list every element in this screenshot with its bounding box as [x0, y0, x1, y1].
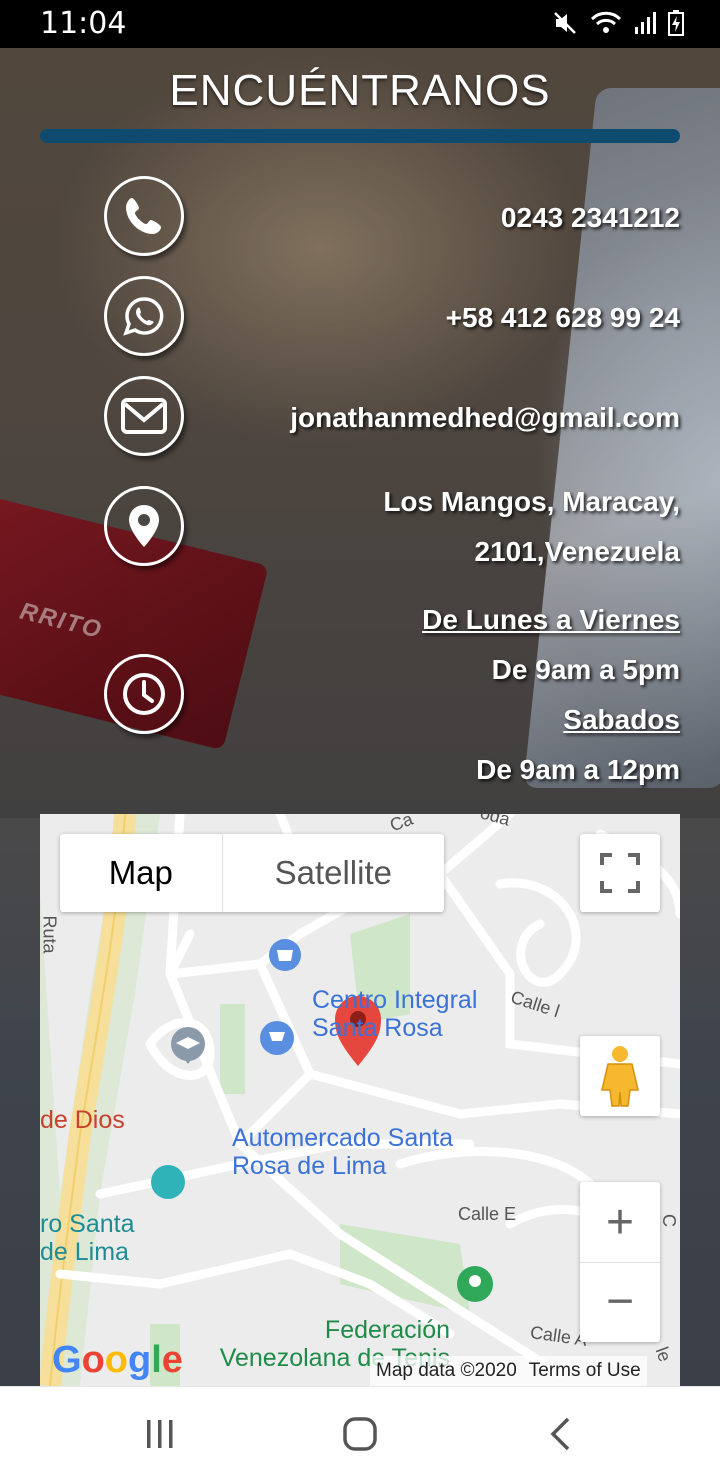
battery-charging-icon	[668, 10, 684, 36]
page-title: ENCUÉNTRANOS	[169, 66, 551, 115]
back-icon	[550, 1417, 570, 1451]
saturday-label: Sabados	[563, 704, 680, 735]
poi-automercado-line1: Automercado Santa	[232, 1124, 453, 1152]
street-label: C	[659, 1214, 679, 1227]
wifi-icon	[590, 11, 622, 33]
google-logo: Google	[52, 1339, 183, 1381]
pegman-icon	[601, 1046, 639, 1107]
street-label: Calle E	[458, 1204, 517, 1224]
google-map[interactable]: Centro Integral Santa Rosa Automercado S…	[40, 814, 680, 1386]
weekday-label: De Lunes a Viernes	[422, 604, 680, 635]
map-type-control: Map Satellite	[60, 834, 444, 912]
poi-automercado[interactable]: Automercado Santa Rosa de Lima	[232, 1124, 453, 1180]
email-icon-button[interactable]	[104, 376, 184, 456]
poi-automercado-line2: Rosa de Lima	[232, 1152, 387, 1180]
clock-icon	[123, 673, 165, 715]
recent-apps-icon	[147, 1420, 173, 1448]
home-icon	[343, 1417, 377, 1451]
saturday-hours: De 9am a 12pm	[476, 754, 680, 785]
map-type-satellite-button[interactable]: Satellite	[223, 834, 444, 912]
title-underline	[40, 129, 680, 143]
terms-of-use-link[interactable]: Terms of Use	[523, 1356, 647, 1386]
poi-ro-santa[interactable]: ro Santa de Lima	[40, 1210, 135, 1266]
poi-centro-line2: Santa Rosa	[312, 1014, 443, 1042]
location-icon-button[interactable]	[104, 486, 184, 566]
poi-centro-integral[interactable]: Centro Integral Santa Rosa	[312, 986, 477, 1042]
map-type-map-button[interactable]: Map	[60, 834, 223, 912]
signal-icon	[635, 12, 656, 34]
location-pin-icon	[129, 505, 159, 547]
fullscreen-button[interactable]	[580, 834, 660, 912]
poi-de-dios[interactable]: de Dios	[40, 1106, 125, 1134]
poi-ro-santa-line1: ro Santa	[40, 1210, 135, 1238]
envelope-icon	[121, 398, 167, 434]
address-line-1: Los Mangos, Maracay,	[383, 486, 680, 517]
whatsapp-icon	[123, 297, 164, 336]
status-time: 11:04	[40, 6, 127, 41]
zoom-control: + −	[580, 1182, 660, 1342]
poi-ro-santa-line2: de Lima	[40, 1238, 129, 1266]
android-navigation-bar	[0, 1386, 720, 1481]
email-address[interactable]: jonathanmedhed@gmail.com	[290, 393, 680, 443]
zoom-out-button[interactable]: −	[580, 1263, 660, 1341]
phone-icon-button[interactable]	[104, 176, 184, 256]
fullscreen-icon	[600, 853, 640, 893]
business-hours: De Lunes a Viernes De 9am a 5pm Sabados …	[422, 595, 680, 795]
weekday-hours: De 9am a 5pm	[491, 654, 680, 685]
address-line-2: 2101,Venezuela	[474, 536, 680, 567]
whatsapp-icon-button[interactable]	[104, 276, 184, 356]
recent-apps-button[interactable]	[100, 1387, 220, 1481]
street-label: Ruta	[40, 915, 60, 954]
map-attribution: Map data ©2020 Terms of Use	[370, 1356, 647, 1386]
status-bar: 11:04	[0, 0, 720, 48]
map-data-label: Map data ©2020	[376, 1360, 517, 1381]
home-button[interactable]	[300, 1387, 420, 1481]
clock-icon-button	[104, 654, 184, 734]
street-view-pegman-button[interactable]	[580, 1036, 660, 1116]
address: Los Mangos, Maracay, 2101,Venezuela	[383, 477, 680, 577]
phone-icon	[126, 198, 161, 234]
mute-icon	[554, 12, 576, 34]
phone-number[interactable]: 0243 2341212	[501, 193, 680, 243]
whatsapp-number[interactable]: +58 412 628 99 24	[446, 293, 680, 343]
zoom-in-button[interactable]: +	[580, 1184, 660, 1263]
contact-section: RRITO ENCUÉNTRANOS 0243 2341212 +58 412 …	[0, 48, 720, 1386]
back-button[interactable]	[500, 1387, 620, 1481]
poi-centro-line1: Centro Integral	[312, 986, 478, 1014]
poi-federacion-line1: Federación	[324, 1316, 450, 1344]
status-icons	[552, 10, 684, 36]
